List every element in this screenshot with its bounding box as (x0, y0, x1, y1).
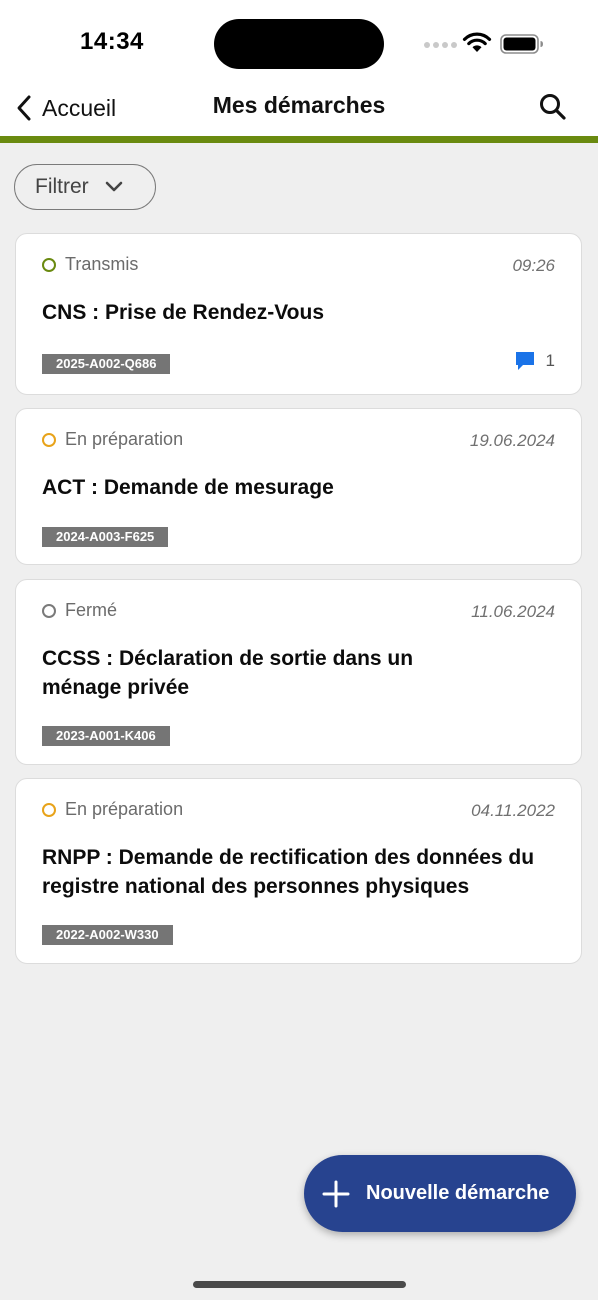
card-date: 04.11.2022 (471, 801, 555, 820)
new-demarche-label: Nouvelle démarche (366, 1182, 550, 1204)
card-title: ACT : Demande de mesurage (42, 476, 334, 499)
status-row: En préparation (42, 799, 183, 820)
reference-badge: 2024-A003-F625 (42, 527, 169, 547)
status-circle-icon (42, 257, 56, 272)
demarche-card[interactable]: En préparation 19.06.2024 ACT : Demande … (15, 408, 582, 565)
status-label: Transmis (65, 254, 139, 274)
chat-bubble-icon (515, 352, 534, 370)
status-label: Fermé (65, 600, 118, 620)
status-circle-icon (42, 603, 56, 618)
wifi-icon (462, 32, 492, 52)
cellular-signal-icon (424, 42, 457, 48)
reference-badge: 2022-A002-W330 (42, 925, 173, 945)
demarche-card[interactable]: En préparation 04.11.2022 RNPP : Demande… (15, 778, 582, 964)
filter-dropdown[interactable]: Filtrer (14, 164, 156, 210)
status-time: 14:34 (80, 28, 144, 55)
home-indicator[interactable] (193, 1281, 406, 1288)
status-circle-icon (42, 802, 56, 817)
message-indicator: 1 (514, 350, 555, 372)
back-label: Accueil (42, 94, 117, 121)
chevron-left-icon (17, 95, 31, 121)
demarche-card[interactable]: Fermé 11.06.2024 CCSS : Déclaration de s… (15, 579, 582, 765)
card-date: 09:26 (512, 256, 555, 275)
status-bar: 14:34 (0, 0, 598, 82)
reference-badge: 2023-A001-K406 (42, 726, 170, 746)
chevron-down-icon (105, 181, 122, 192)
status-label: En préparation (65, 429, 184, 449)
card-title: RNPP : Demande de rectification des donn… (42, 846, 535, 898)
new-demarche-button[interactable]: Nouvelle démarche (304, 1155, 576, 1232)
card-title: CNS : Prise de Rendez-Vous (42, 301, 325, 324)
message-count: 1 (545, 351, 555, 370)
plus-icon (322, 1180, 350, 1207)
back-button[interactable]: Accueil (14, 90, 116, 126)
card-date: 11.06.2024 (471, 602, 555, 621)
demarche-card[interactable]: Transmis 09:26 CNS : Prise de Rendez-Vou… (15, 233, 582, 395)
status-label: En préparation (65, 799, 184, 819)
battery-icon (500, 34, 543, 54)
status-row: Transmis (42, 254, 138, 275)
reference-badge: 2025-A002-Q686 (42, 354, 171, 374)
card-date: 19.06.2024 (469, 431, 555, 450)
dynamic-island (214, 19, 384, 69)
card-title: CCSS : Déclaration de sortie dans un mén… (42, 647, 414, 699)
filter-label: Filtrer (35, 175, 89, 198)
status-row: En préparation (42, 429, 183, 450)
status-circle-icon (42, 432, 56, 447)
search-icon (540, 94, 566, 120)
status-row: Fermé (42, 600, 117, 621)
search-button[interactable] (534, 88, 572, 126)
header-accent-bar (0, 136, 598, 143)
